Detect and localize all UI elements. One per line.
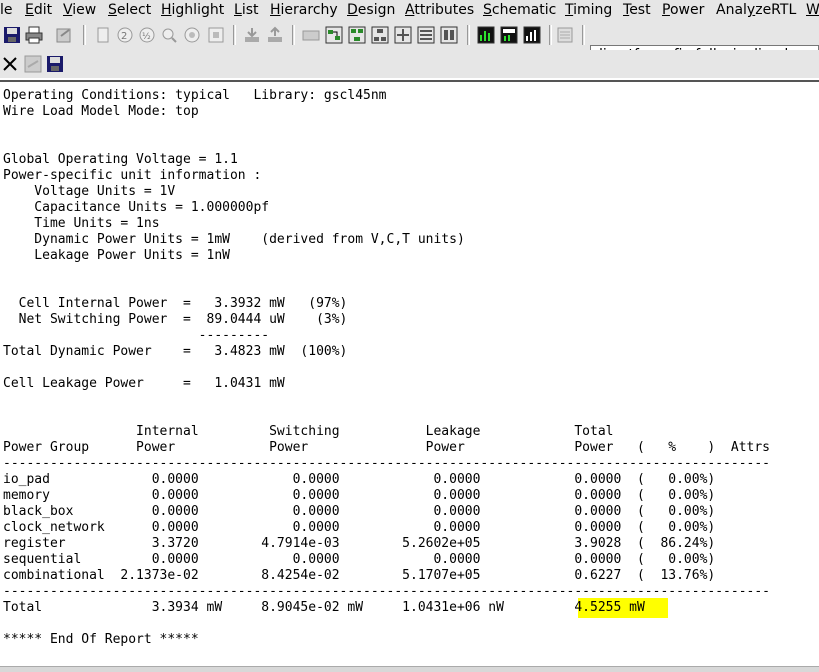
main-toolbar: 2 ½: [0, 20, 819, 65]
report-line: ---------: [3, 328, 270, 343]
save-report-icon[interactable]: [46, 55, 66, 75]
zoom-in-icon[interactable]: [160, 26, 180, 46]
menu-timing[interactable]: Timing: [565, 1, 612, 19]
report-line: ----------------------------------------…: [3, 584, 771, 599]
menu-list[interactable]: List: [234, 1, 259, 19]
report-line: combinational 2.1373e-02 8.4254e-02 5.17…: [3, 568, 716, 583]
export-icon[interactable]: [55, 26, 75, 46]
report-line: Time Units = 1ns: [3, 216, 160, 231]
report-line: Internal Switching Leakage Total: [3, 424, 614, 439]
menu-edit[interactable]: Edit: [25, 1, 52, 19]
path-view-icon[interactable]: [394, 26, 414, 46]
toolbar-separator: [233, 25, 236, 45]
menu-attributes[interactable]: Attributes: [405, 1, 474, 19]
menu-hierarchy[interactable]: Hierarchy: [270, 1, 338, 19]
zoom-out-icon[interactable]: [183, 26, 203, 46]
symbol-view-icon[interactable]: [302, 26, 322, 46]
slack-histogram-icon[interactable]: [500, 26, 520, 46]
report-line: Operating Conditions: typical Library: g…: [3, 88, 387, 103]
report-line: memory 0.0000 0.0000 0.0000 0.0000 ( 0.0…: [3, 488, 716, 503]
net-view-icon[interactable]: [417, 26, 437, 46]
power-report-text: Operating Conditions: typical Library: g…: [3, 88, 770, 648]
schematic-icon[interactable]: [325, 26, 345, 46]
zoom-area-icon[interactable]: [207, 26, 227, 46]
menu-test[interactable]: Test: [623, 1, 651, 19]
report-line: black_box 0.0000 0.0000 0.0000 0.0000 ( …: [3, 504, 716, 519]
svg-text:2: 2: [121, 31, 127, 42]
report-line: sequential 0.0000 0.0000 0.0000 0.0000 (…: [3, 552, 716, 567]
menu-window[interactable]: W: [806, 1, 819, 19]
menu-file[interactable]: le: [0, 1, 13, 19]
report-toolbar: [0, 50, 819, 78]
histogram-icon[interactable]: [477, 26, 497, 46]
report-icon[interactable]: [556, 26, 576, 46]
menu-design[interactable]: Design: [347, 1, 395, 19]
push-down-icon[interactable]: [243, 26, 263, 46]
svg-text:½: ½: [142, 32, 151, 42]
schematic-all-icon[interactable]: [348, 26, 368, 46]
report-line: Total Dynamic Power = 3.4823 mW (100%): [3, 344, 348, 359]
report-line: register 3.3720 4.7914e-03 5.2602e+05 3.…: [3, 536, 716, 551]
report-line: Capacitance Units = 1.000000pf: [3, 200, 270, 215]
toolbar-separator: [292, 25, 295, 45]
zoom-fit-icon[interactable]: 2: [116, 26, 136, 46]
toolbar-separator: [549, 25, 552, 45]
report-line: [3, 280, 770, 296]
report-line: [3, 360, 770, 376]
menu-select[interactable]: Select: [108, 1, 151, 19]
report-line: Cell Leakage Power = 1.0431 mW: [3, 376, 285, 391]
open-icon[interactable]: [24, 55, 44, 75]
zoom-half-icon[interactable]: ½: [138, 26, 158, 46]
status-strip: [0, 666, 819, 672]
report-line: [3, 264, 770, 280]
report-line: Power-specific unit information :: [3, 168, 262, 183]
report-line: io_pad 0.0000 0.0000 0.0000 0.0000 ( 0.0…: [3, 472, 716, 487]
menu-view[interactable]: View: [63, 1, 96, 19]
hierarchy-view-icon[interactable]: [371, 26, 391, 46]
menu-bar: le Edit View Select Highlight List Hiera…: [0, 0, 819, 20]
toolbar-separator: [467, 25, 470, 45]
report-line: ***** End Of Report *****: [3, 632, 199, 647]
menu-highlight[interactable]: Highlight: [161, 1, 224, 19]
report-line: clock_network 0.0000 0.0000 0.0000 0.000…: [3, 520, 716, 535]
toolbar-separator: [83, 25, 86, 45]
report-line: [3, 408, 770, 424]
close-icon[interactable]: [1, 55, 21, 75]
cell-view-icon[interactable]: [440, 26, 460, 46]
timing-histogram-icon[interactable]: [523, 26, 543, 46]
menu-analyzertl[interactable]: AnalyzeRTL: [716, 1, 796, 19]
pop-up-icon[interactable]: [266, 26, 286, 46]
report-line: ----------------------------------------…: [3, 456, 771, 471]
report-line: [3, 392, 770, 408]
menu-power[interactable]: Power: [662, 1, 704, 19]
report-line: [3, 120, 770, 136]
report-line: Dynamic Power Units = 1mW (derived from …: [3, 232, 465, 247]
report-line: Cell Internal Power = 3.3932 mW (97%): [3, 296, 348, 311]
report-line: Voltage Units = 1V: [3, 184, 176, 199]
copy-icon[interactable]: [94, 26, 114, 46]
report-line: [3, 136, 770, 152]
save-icon[interactable]: [3, 26, 23, 46]
report-line: Global Operating Voltage = 1.1: [3, 152, 238, 167]
toolbar-separator: [582, 25, 585, 45]
report-line: [3, 616, 770, 632]
menu-schematic[interactable]: Schematic: [483, 1, 556, 19]
report-line: Power Group Power Power Power Power ( % …: [3, 440, 771, 455]
report-line: Net Switching Power = 89.0444 uW (3%): [3, 312, 348, 327]
report-line: Leakage Power Units = 1nW: [3, 248, 230, 263]
report-divider: [0, 80, 819, 82]
report-line: Wire Load Model Mode: top: [3, 104, 199, 119]
report-line: Total 3.3934 mW 8.9045e-02 mW 1.0431e+06…: [3, 600, 645, 615]
print-icon[interactable]: [25, 26, 45, 46]
